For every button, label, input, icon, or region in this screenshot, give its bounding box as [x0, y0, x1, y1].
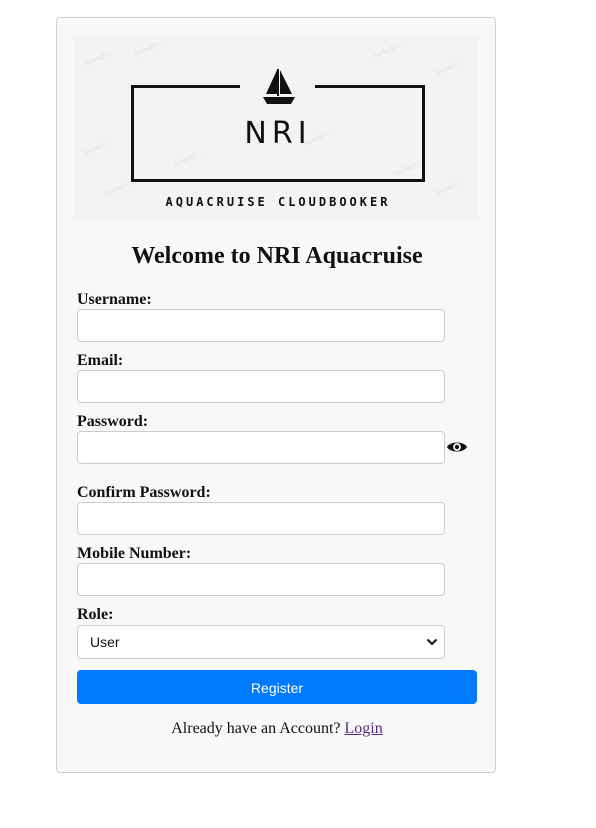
page-title: Welcome to NRI Aquacruise — [131, 243, 423, 269]
role-select-value: User — [90, 634, 120, 650]
password-label: Password: — [77, 413, 149, 430]
login-prompt-text: Already have an Account? — [171, 720, 341, 737]
login-prompt: Already have an Account? Login — [57, 720, 497, 738]
logo-tagline: AQUACRUISE CLOUDBOOKER — [165, 195, 391, 209]
mobile-label: Mobile Number: — [77, 545, 192, 562]
confirm-password-input[interactable] — [77, 502, 445, 535]
role-label: Role: — [77, 606, 114, 623]
confirm-password-label: Confirm Password: — [77, 484, 211, 501]
sailboat-icon — [263, 69, 295, 104]
username-label: Username: — [77, 291, 152, 308]
username-input[interactable] — [77, 309, 445, 342]
brand-logo: Sedago... Sedago... Sedago... Sedago... … — [73, 35, 479, 221]
email-label: Email: — [77, 352, 124, 369]
mobile-input[interactable] — [77, 563, 445, 596]
logo-brand-text: NRI — [244, 116, 312, 151]
register-card: Sedago... Sedago... Sedago... Sedago... … — [56, 17, 496, 773]
email-input[interactable] — [77, 370, 445, 403]
login-link[interactable]: Login — [345, 720, 383, 737]
role-select[interactable]: User — [77, 625, 445, 659]
chevron-down-icon — [426, 638, 438, 646]
eye-icon[interactable] — [446, 439, 468, 455]
register-button[interactable]: Register — [77, 670, 477, 704]
password-input[interactable] — [77, 431, 445, 464]
